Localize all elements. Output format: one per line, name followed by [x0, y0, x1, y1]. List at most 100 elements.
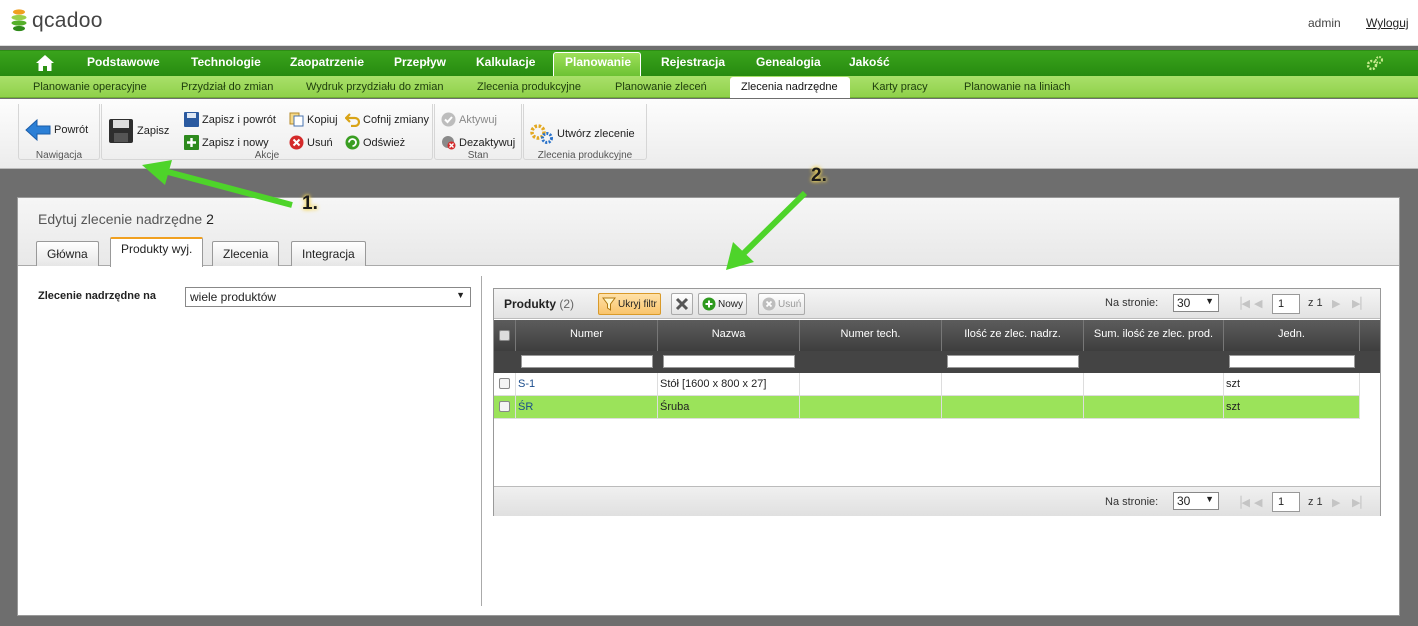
next-page-icon[interactable]: ▶ — [1332, 496, 1340, 509]
activate-button[interactable]: Aktywuj — [441, 112, 497, 127]
subnav-przydzial-do-zmian[interactable]: Przydział do zmian — [181, 81, 273, 93]
prev-page-icon[interactable]: ◀ — [1254, 297, 1262, 310]
first-page-icon[interactable]: ▕◀ — [1233, 496, 1250, 509]
select-all-checkbox[interactable] — [499, 330, 510, 341]
ribbon-group-orders: Utwórz zlecenie Zlecenia produkcyjne — [523, 104, 647, 161]
grid-delete-label: Usuń — [778, 298, 802, 310]
col-ilosc-ze-zlec-nadrz[interactable]: Ilość ze zlec. nadrz. — [942, 320, 1084, 351]
row-checkbox[interactable] — [499, 378, 510, 389]
clear-filter-button[interactable] — [671, 293, 693, 315]
prev-page-icon[interactable]: ◀ — [1254, 496, 1262, 509]
username: admin — [1308, 16, 1341, 30]
filter-jedn-input[interactable] — [1229, 355, 1355, 368]
per-page-select[interactable]: 30 ▼ — [1173, 294, 1219, 312]
filter-nazwa-input[interactable] — [663, 355, 795, 368]
subnav-karty-pracy[interactable]: Karty pracy — [872, 81, 928, 93]
filter-numer-input[interactable] — [521, 355, 653, 368]
col-numer-tech[interactable]: Numer tech. — [800, 320, 942, 351]
order-type-value: wiele produktów — [190, 290, 277, 304]
nav-technologie[interactable]: Technologie — [191, 55, 261, 69]
column-divider — [481, 276, 482, 606]
save-and-back-button[interactable]: Zapisz i powrót — [184, 112, 276, 127]
row-checkbox-cell — [494, 373, 516, 396]
nav-zaopatrzenie[interactable]: Zaopatrzenie — [290, 55, 364, 69]
subnav-zlecenia-produkcyjne[interactable]: Zlecenia produkcyjne — [477, 81, 581, 93]
logo[interactable]: qcadoo — [10, 8, 103, 34]
cell-number[interactable]: S-1 — [516, 373, 658, 396]
refresh-icon — [345, 135, 360, 150]
page-total: z 1 — [1308, 297, 1323, 309]
save-and-new-button[interactable]: Zapisz i nowy — [184, 135, 269, 150]
grid-header: Produkty (2) Ukryj filtr Nowy Usuń Na st… — [494, 289, 1380, 319]
products-grid: Produkty (2) Ukryj filtr Nowy Usuń Na st… — [493, 288, 1381, 516]
nav-podstawowe[interactable]: Podstawowe — [87, 55, 160, 69]
col-nazwa[interactable]: Nazwa — [658, 320, 800, 351]
save-button[interactable]: Zapisz — [108, 118, 169, 144]
order-type-select[interactable]: wiele produktów ▼ — [185, 287, 471, 307]
delete-label: Usuń — [307, 136, 333, 149]
delete-x-icon — [289, 135, 304, 150]
deactivate-button[interactable]: Dezaktywuj — [441, 135, 515, 150]
table-row[interactable]: S-1 Stół [1600 x 800 x 27] szt — [494, 373, 1360, 396]
first-page-icon[interactable]: ▕◀ — [1233, 297, 1250, 310]
subnav-planowanie-na-liniach[interactable]: Planowanie na liniach — [964, 81, 1070, 93]
subnav-planowanie-zlecen[interactable]: Planowanie zleceń — [615, 81, 707, 93]
grid-new-label: Nowy — [718, 298, 744, 310]
save-and-back-label: Zapisz i powrót — [202, 113, 276, 126]
refresh-button[interactable]: Odśwież — [345, 135, 405, 150]
undo-icon — [345, 113, 360, 127]
per-page-value: 30 — [1177, 296, 1191, 310]
ribbon-label-orders: Zlecenia produkcyjne — [537, 150, 633, 161]
tab-zlecenia[interactable]: Zlecenia — [212, 241, 280, 266]
back-arrow-icon — [25, 118, 51, 142]
page-number-input[interactable]: 1 — [1272, 294, 1300, 314]
last-page-icon[interactable]: ▶▏ — [1352, 496, 1369, 509]
col-numer[interactable]: Numer — [516, 320, 658, 351]
nav-planowanie[interactable]: Planowanie — [565, 55, 631, 69]
subnav-planowanie-operacyjne[interactable]: Planowanie operacyjne — [33, 81, 147, 93]
grid-new-button[interactable]: Nowy — [698, 293, 748, 315]
logout-link[interactable]: Wyloguj — [1366, 16, 1409, 30]
home-icon[interactable] — [35, 54, 55, 75]
top-bar: qcadoo admin Wyloguj — [0, 0, 1418, 46]
undo-changes-button[interactable]: Cofnij zmiany — [345, 112, 429, 127]
nav-przeplyw[interactable]: Przepływ — [394, 55, 446, 69]
cell-tech — [800, 373, 942, 396]
qcadoo-logo-icon — [11, 9, 27, 32]
table-row-selected[interactable]: ŚR Śruba szt — [494, 396, 1360, 419]
per-page-arrow-icon: ▼ — [1205, 296, 1214, 306]
subnav-zlecenia-nadrzedne[interactable]: Zlecenia nadrzędne — [741, 81, 838, 93]
nav-genealogia[interactable]: Genealogia — [756, 55, 821, 69]
settings-gears-icon[interactable] — [1366, 55, 1384, 74]
tab-produkty-wyj[interactable]: Produkty wyj. — [110, 237, 204, 267]
next-page-icon[interactable]: ▶ — [1332, 297, 1340, 310]
cell-tech — [800, 396, 942, 419]
tab-glowna[interactable]: Główna — [36, 241, 99, 266]
ribbon-label-actions: Akcje — [254, 150, 280, 161]
col-jedn[interactable]: Jedn. — [1224, 320, 1360, 351]
back-button[interactable]: Powrót — [25, 118, 88, 142]
subnav-wydruk-przydzialu[interactable]: Wydruk przydziału do zmian — [306, 81, 443, 93]
create-order-button[interactable]: Utwórz zlecenie — [530, 123, 635, 145]
filter-ilosc-input[interactable] — [947, 355, 1079, 368]
grid-delete-button[interactable]: Usuń — [758, 293, 806, 315]
copy-button[interactable]: Kopiuj — [289, 112, 338, 127]
delete-button[interactable]: Usuń — [289, 135, 333, 150]
grid-title: Produkty (2) — [504, 297, 574, 311]
tab-integracja[interactable]: Integracja — [291, 241, 366, 266]
nav-kalkulacje[interactable]: Kalkulacje — [476, 55, 535, 69]
last-page-icon[interactable]: ▶▏ — [1352, 297, 1369, 310]
row-checkbox-cell — [494, 396, 516, 419]
toggle-filter-button[interactable]: Ukryj filtr — [598, 293, 661, 315]
row-checkbox[interactable] — [499, 401, 510, 412]
activate-icon — [441, 112, 456, 127]
cell-number[interactable]: ŚR — [516, 396, 658, 419]
page-number-input-bottom[interactable]: 1 — [1272, 492, 1300, 512]
nav-jakosc[interactable]: Jakość — [849, 55, 890, 69]
deactivate-label: Dezaktywuj — [459, 136, 516, 149]
save-and-new-label: Zapisz i nowy — [202, 136, 269, 149]
nav-rejestracja[interactable]: Rejestracja — [661, 55, 725, 69]
floppy-disk-icon — [109, 119, 133, 143]
per-page-select-bottom[interactable]: 30 ▼ — [1173, 492, 1219, 510]
col-sum-ilosc[interactable]: Sum. ilość ze zlec. prod. — [1084, 320, 1224, 351]
